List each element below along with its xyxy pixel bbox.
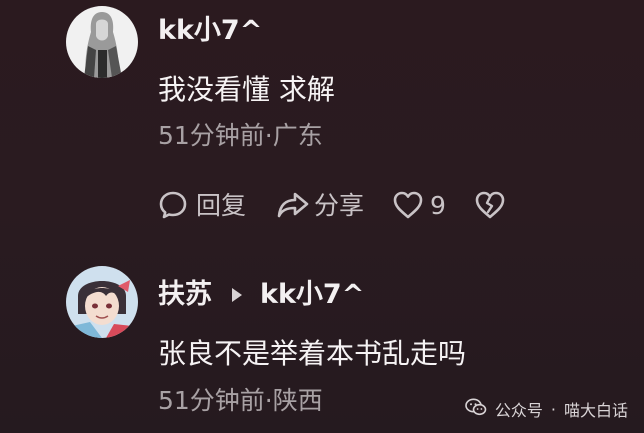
comment-meta: 51分钟前·陕西 [158,386,323,415]
heart-outline-icon [392,190,424,220]
comment-actions: 回复 分享 9 [158,190,506,220]
comment-meta: 51分钟前·广东 [158,121,323,150]
dislike-button[interactable] [474,190,506,220]
comment-username[interactable]: kk小7^ [158,17,262,44]
reply-to-username[interactable]: kk小7^ [260,281,364,308]
like-count: 9 [430,190,446,220]
share-button[interactable]: 分享 [276,190,364,220]
share-arrow-icon [276,190,310,220]
avatar[interactable] [66,6,138,78]
watermark-separator: · [550,399,556,419]
reply-button[interactable]: 回复 [158,190,246,220]
comment-item: kk小7^ 我没看懂 求解 51分钟前·广东 回复 分享 9 [0,0,644,240]
avatar[interactable] [66,266,138,338]
comment-text: 我没看懂 求解 [158,73,335,106]
watermark-account: 喵大白话 [563,401,628,420]
watermark-source: 公众号 [494,401,543,420]
broken-heart-icon [474,190,506,220]
reply-arrow-icon [232,287,242,302]
speech-bubble-icon [158,190,188,220]
reply-label: 回复 [196,190,247,220]
wechat-logo-icon [465,398,487,420]
comment-text: 张良不是举着本书乱走吗 [158,337,467,370]
share-label: 分享 [314,190,365,220]
reply-header: 扶苏 kk小7^ [158,281,364,308]
like-button[interactable]: 9 [392,190,446,220]
watermark: 公众号 · 喵大白话 [465,397,628,421]
comment-username[interactable]: 扶苏 [158,281,212,308]
